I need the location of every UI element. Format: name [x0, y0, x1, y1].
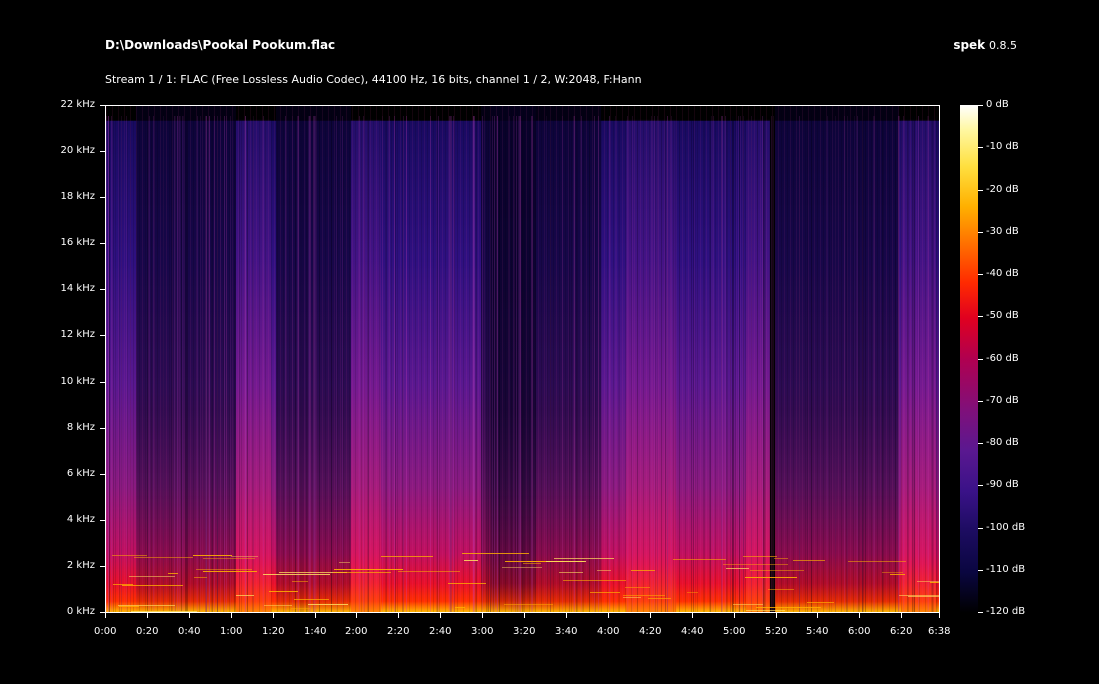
x-tick: [231, 613, 232, 618]
x-tick: [734, 613, 735, 618]
colorbar-tick-label: -70 dB: [986, 395, 1019, 406]
colorbar-tick: [978, 528, 983, 529]
x-tick-label: 6:38: [928, 626, 951, 637]
x-tick-label: 2:00: [345, 626, 368, 637]
colorbar-tick: [978, 147, 983, 148]
x-tick: [189, 613, 190, 618]
stream-info: Stream 1 / 1: FLAC (Free Lossless Audio …: [105, 73, 642, 86]
x-tick-label: 2:20: [387, 626, 410, 637]
colorbar-tick: [978, 485, 983, 486]
x-tick-label: 0:20: [136, 626, 159, 637]
x-tick: [273, 613, 274, 618]
x-tick-label: 6:20: [890, 626, 913, 637]
colorbar-tick: [978, 316, 983, 317]
y-tick: [100, 474, 105, 475]
x-tick: [524, 613, 525, 618]
x-tick-label: 1:40: [304, 626, 327, 637]
x-tick: [608, 613, 609, 618]
colorbar-tick: [978, 190, 983, 191]
x-tick: [440, 613, 441, 618]
colorbar-tick-label: -20 dB: [986, 184, 1019, 195]
x-tick: [776, 613, 777, 618]
x-tick-label: 0:00: [94, 626, 117, 637]
y-tick-label: 16 kHz: [60, 237, 95, 248]
y-tick-label: 20 kHz: [60, 145, 95, 156]
y-tick-label: 10 kHz: [60, 376, 95, 387]
y-tick-label: 4 kHz: [66, 514, 95, 525]
colorbar-tick-label: -40 dB: [986, 268, 1019, 279]
x-tick: [315, 613, 316, 618]
colorbar-tick: [978, 612, 983, 613]
y-tick: [100, 566, 105, 567]
y-tick-label: 12 kHz: [60, 329, 95, 340]
colorbar-tick: [978, 232, 983, 233]
x-tick: [398, 613, 399, 618]
x-tick-label: 4:00: [597, 626, 620, 637]
y-tick: [100, 335, 105, 336]
spectrogram-image: [106, 106, 939, 612]
x-tick-label: 3:20: [513, 626, 536, 637]
x-tick-label: 6:00: [848, 626, 871, 637]
x-tick: [939, 613, 940, 618]
colorbar-tick-label: -120 dB: [986, 606, 1026, 617]
x-tick: [356, 613, 357, 618]
colorbar-tick-label: -90 dB: [986, 479, 1019, 490]
y-tick: [100, 243, 105, 244]
colorbar-tick: [978, 274, 983, 275]
x-tick: [817, 613, 818, 618]
db-colorbar: [960, 105, 978, 613]
colorbar-tick: [978, 443, 983, 444]
y-tick-label: 14 kHz: [60, 283, 95, 294]
colorbar-tick-label: -60 dB: [986, 353, 1019, 364]
y-tick-label: 0 kHz: [66, 606, 95, 617]
x-tick-label: 1:00: [220, 626, 243, 637]
y-tick: [100, 520, 105, 521]
x-tick: [105, 613, 106, 618]
y-tick-label: 8 kHz: [66, 422, 95, 433]
y-tick: [100, 151, 105, 152]
y-tick: [100, 428, 105, 429]
colorbar-tick: [978, 401, 983, 402]
x-tick-label: 5:00: [723, 626, 746, 637]
y-tick-label: 6 kHz: [66, 468, 95, 479]
y-tick-label: 18 kHz: [60, 191, 95, 202]
y-tick-label: 22 kHz: [60, 99, 95, 110]
y-tick: [100, 382, 105, 383]
colorbar-tick: [978, 105, 983, 106]
x-tick: [859, 613, 860, 618]
colorbar-tick: [978, 359, 983, 360]
app-version: 0.8.5: [989, 39, 1017, 52]
x-tick: [566, 613, 567, 618]
x-tick: [901, 613, 902, 618]
y-tick: [100, 197, 105, 198]
x-tick: [482, 613, 483, 618]
colorbar-tick-label: -80 dB: [986, 437, 1019, 448]
colorbar-tick: [978, 570, 983, 571]
colorbar-tick-label: -50 dB: [986, 310, 1019, 321]
x-tick-label: 5:20: [765, 626, 788, 637]
colorbar-tick-label: 0 dB: [986, 99, 1009, 110]
spectrogram-plot: [105, 105, 940, 613]
file-path-title: D:\Downloads\Pookal Pookum.flac: [105, 38, 336, 52]
x-tick-label: 2:40: [429, 626, 452, 637]
app-name-version: spek 0.8.5: [953, 38, 1017, 52]
y-tick: [100, 289, 105, 290]
x-tick-label: 3:40: [555, 626, 578, 637]
x-tick-label: 1:20: [262, 626, 285, 637]
colorbar-tick-label: -100 dB: [986, 522, 1026, 533]
colorbar-tick-label: -110 dB: [986, 564, 1026, 575]
x-tick-label: 4:40: [681, 626, 704, 637]
x-tick: [650, 613, 651, 618]
x-tick-label: 0:40: [178, 626, 201, 637]
x-tick-label: 3:00: [471, 626, 494, 637]
x-tick: [692, 613, 693, 618]
x-tick: [147, 613, 148, 618]
app-name: spek: [953, 38, 986, 52]
colorbar-tick-label: -10 dB: [986, 141, 1019, 152]
colorbar-tick-label: -30 dB: [986, 226, 1019, 237]
y-tick-label: 2 kHz: [66, 560, 95, 571]
y-tick: [100, 105, 105, 106]
x-tick-label: 5:40: [806, 626, 829, 637]
x-tick-label: 4:20: [639, 626, 662, 637]
